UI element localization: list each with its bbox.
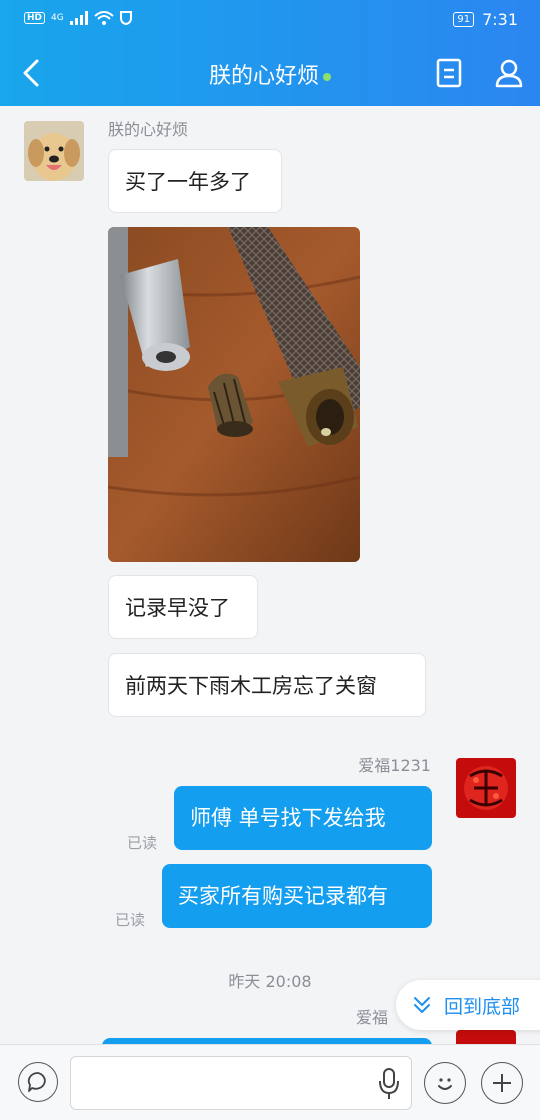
chat-info-button[interactable]	[434, 58, 466, 90]
tool-parts-photo	[108, 227, 360, 562]
my-avatar[interactable]	[456, 1030, 516, 1044]
dog-avatar-image	[24, 121, 84, 181]
goto-bottom-button[interactable]: 回到底部	[396, 980, 540, 1030]
emoji-button[interactable]	[424, 1062, 466, 1104]
shield-icon	[119, 11, 132, 25]
top-bar: HD 4G 91 7:31 朕的心好烦	[0, 0, 540, 106]
sender-name: 爱福1231	[358, 756, 431, 775]
person-icon	[495, 59, 523, 88]
chat-title-text: 朕的心好烦	[208, 64, 319, 89]
my-avatar[interactable]	[456, 758, 516, 818]
message-bubble[interactable]: 记录早没了	[108, 575, 258, 639]
chat-mode-button[interactable]	[18, 1062, 58, 1102]
message-photo[interactable]	[108, 227, 360, 562]
signal-icon	[69, 11, 88, 25]
clock: 7:31	[482, 10, 518, 29]
read-receipt: 已读	[127, 834, 158, 852]
profile-button[interactable]	[494, 58, 526, 90]
message-bubble[interactable]: 前两天下雨木工房忘了关窗	[108, 653, 426, 717]
message-bubble[interactable]: 买家所有购买记录都有	[162, 864, 432, 928]
title-bar: 朕的心好烦	[0, 40, 540, 106]
microphone-icon	[379, 1068, 399, 1099]
battery-indicator: 91	[453, 12, 475, 27]
hd-badge: HD	[24, 12, 46, 24]
message-bubble[interactable]: 买了一年多了	[108, 149, 282, 213]
sender-name: 朕的心好烦	[108, 120, 189, 139]
message-input[interactable]	[70, 1056, 412, 1110]
network-type: 4G	[51, 13, 64, 23]
online-indicator	[323, 73, 331, 81]
read-receipt: 已读	[115, 911, 146, 929]
status-bar: HD 4G 91 7:31	[0, 0, 540, 40]
input-bar	[0, 1044, 540, 1120]
plus-icon	[493, 1074, 511, 1092]
message-bubble[interactable]: 师傅 单号找下发给我	[174, 786, 432, 850]
goto-bottom-label: 回到底部	[444, 995, 521, 1018]
voice-input-button[interactable]	[378, 1067, 400, 1101]
double-chevron-down-icon	[414, 997, 430, 1013]
emoji-icon	[438, 1078, 452, 1090]
avatar[interactable]	[24, 121, 84, 181]
red-pattern-avatar-image	[456, 758, 516, 818]
more-actions-button[interactable]	[481, 1062, 523, 1104]
wifi-icon	[94, 11, 114, 25]
sender-name: 爱福	[356, 1008, 389, 1027]
speech-bubble-icon	[27, 1072, 46, 1092]
document-icon	[436, 58, 462, 88]
